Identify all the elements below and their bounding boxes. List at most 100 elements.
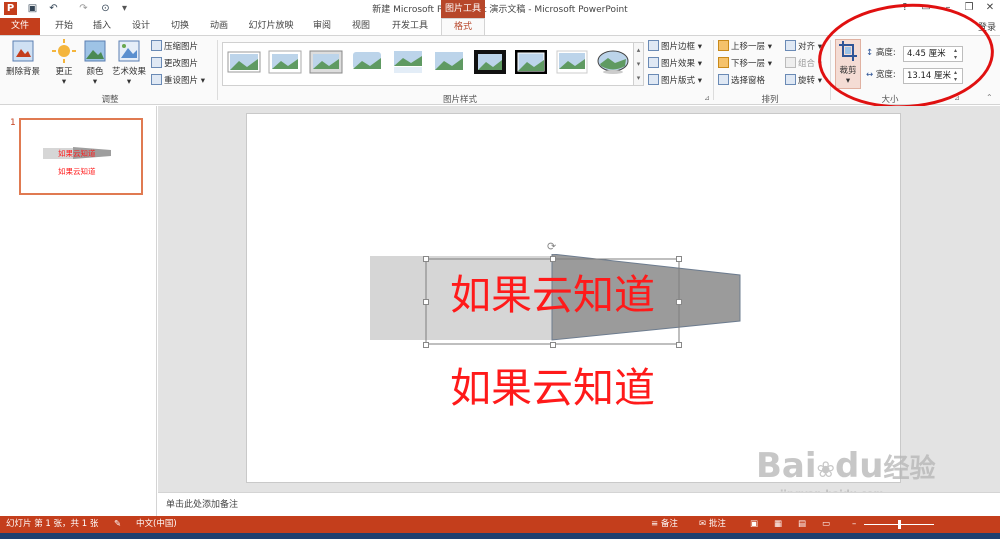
normal-view-icon[interactable]: ▣	[750, 516, 758, 533]
resize-handle[interactable]	[676, 256, 682, 262]
tab-review[interactable]: 审阅	[306, 18, 338, 35]
login-link[interactable]: 登录	[978, 20, 996, 33]
picture-layout-button[interactable]: 图片版式 ▾	[648, 73, 702, 89]
tab-transitions[interactable]: 切换	[164, 18, 196, 35]
picture-border-button[interactable]: 图片边框 ▾	[648, 39, 702, 55]
tab-developer[interactable]: 开发工具	[385, 18, 435, 35]
picture-style-thumbnail[interactable]	[596, 49, 630, 75]
tab-insert[interactable]: 插入	[86, 18, 118, 35]
resize-handle[interactable]	[423, 299, 429, 305]
crop-icon	[838, 40, 858, 62]
reset-picture-button[interactable]: 重设图片 ▾	[151, 73, 205, 89]
gallery-scroll[interactable]: ▴ ▾ ▾	[634, 42, 644, 86]
taskbar	[0, 533, 1000, 539]
height-icon: ↕	[866, 48, 874, 58]
language[interactable]: 中文(中国)	[136, 516, 177, 533]
title-bar: P ▣ ↶ ↷ ⊙ ▾ 新建 Microsoft PowerPoint 演示文稿…	[0, 0, 1000, 18]
selection-pane-button[interactable]: 选择窗格	[718, 73, 765, 89]
group-divider	[217, 40, 218, 100]
slide-sorter-icon[interactable]: ▦	[774, 516, 782, 533]
ribbon-display-icon[interactable]: ▭	[918, 1, 934, 15]
tab-home[interactable]: 开始	[48, 18, 80, 35]
adjust-group-label: 调整	[101, 95, 119, 105]
rotate-button[interactable]: 旋转 ▾	[785, 73, 822, 89]
tab-animations[interactable]: 动画	[203, 18, 235, 35]
group-button[interactable]: 组合 ▾	[785, 56, 822, 72]
selection-pane-icon	[718, 74, 729, 85]
tab-design[interactable]: 设计	[125, 18, 157, 35]
width-input[interactable]: 13.14 厘米 ▴ ▾	[903, 68, 963, 84]
picture-style-thumbnail[interactable]	[350, 49, 384, 75]
remove-background-button[interactable]: 删除背景	[3, 39, 43, 77]
size-dialog-launcher-icon[interactable]: ⊿	[954, 94, 960, 102]
picture-effects-button[interactable]: 图片效果 ▾	[648, 56, 702, 72]
tab-slideshow[interactable]: 幻灯片放映	[243, 18, 299, 35]
color-button[interactable]: 颜色 ▾	[82, 39, 108, 87]
height-spinner[interactable]: ▴ ▾	[954, 47, 961, 61]
width-icon: ↔	[866, 70, 874, 80]
spelling-icon[interactable]: ✎	[114, 516, 121, 533]
picture-styles-gallery	[222, 42, 634, 86]
resize-handle[interactable]	[550, 342, 556, 348]
zoom-out-icon[interactable]: –	[852, 516, 856, 533]
width-value: 13.14 厘米	[907, 71, 952, 81]
notes-toggle[interactable]: ≡ 备注	[651, 516, 678, 533]
resize-handle[interactable]	[423, 256, 429, 262]
dropdown-arrow-icon: ▾	[92, 77, 98, 87]
dialog-launcher-icon[interactable]: ⊿	[704, 94, 710, 102]
send-backward-button[interactable]: 下移一层 ▾	[718, 56, 772, 72]
width-row: ↔ 宽度:	[866, 66, 896, 84]
change-picture-button[interactable]: 更改图片	[151, 56, 198, 72]
picture-style-thumbnail[interactable]	[309, 49, 343, 75]
picture-effects-label: 图片效果	[661, 59, 696, 69]
picture-style-thumbnail[interactable]	[227, 49, 261, 75]
size-group-label: 大小	[881, 95, 899, 105]
compress-pictures-button[interactable]: 压缩图片	[151, 39, 198, 55]
tab-file[interactable]: 文件	[0, 18, 40, 35]
resize-handle[interactable]	[676, 299, 682, 305]
align-icon	[785, 40, 796, 51]
close-button[interactable]: ✕	[982, 1, 998, 15]
rotate-handle-icon[interactable]: ⟳	[547, 240, 556, 253]
slide-canvas[interactable]: 如果云知道 ⟳ 如果云知道	[246, 113, 901, 483]
picture-tools-context-label: 图片工具	[441, 0, 485, 18]
slide-text-in-shape[interactable]: 如果云知道	[450, 271, 655, 319]
picture-style-thumbnail[interactable]	[555, 49, 589, 75]
notes-pane[interactable]: 单击此处添加备注	[158, 492, 1000, 516]
minimize-button[interactable]: –	[940, 1, 956, 15]
tab-view[interactable]: 视图	[345, 18, 377, 35]
watermark-brand-text: Bai	[756, 446, 817, 486]
height-input[interactable]: 4.45 厘米 ▴ ▾	[903, 46, 963, 62]
picture-style-thumbnail[interactable]	[432, 49, 466, 75]
restore-button[interactable]: ❐	[961, 1, 977, 15]
help-button[interactable]: ?	[897, 1, 913, 15]
collapse-ribbon-icon[interactable]: ⌃	[986, 93, 993, 102]
width-spinner[interactable]: ▴ ▾	[954, 69, 961, 83]
tab-format[interactable]: 格式	[441, 18, 485, 35]
bring-forward-button[interactable]: 上移一层 ▾	[718, 39, 772, 55]
ribbon-tabs: 文件 开始 插入 设计 切换 动画 幻灯片放映 审阅 视图 开发工具 格式 登录	[0, 18, 1000, 35]
picture-style-thumbnail[interactable]	[391, 49, 425, 75]
slide-thumbnail[interactable]: 如果云知道 如果云知道	[19, 118, 143, 195]
comments-toggle[interactable]: ✉ 批注	[699, 516, 726, 533]
corrections-button[interactable]: 更正 ▾	[50, 39, 78, 87]
picture-style-thumbnail[interactable]	[268, 49, 302, 75]
zoom-slider-thumb[interactable]	[898, 520, 901, 529]
picture-styles-group-label: 图片样式	[442, 95, 477, 105]
dropdown-arrow-icon: ▾	[200, 76, 205, 86]
bring-forward-label: 上移一层	[731, 42, 766, 52]
resize-handle[interactable]	[676, 342, 682, 348]
slide-number: 1	[10, 118, 16, 128]
group-label: 组合	[798, 59, 816, 69]
reading-view-icon[interactable]: ▤	[798, 516, 806, 533]
picture-style-thumbnail[interactable]	[514, 49, 548, 75]
resize-handle[interactable]	[550, 256, 556, 262]
artistic-effects-button[interactable]: 艺术效果 ▾	[111, 39, 147, 87]
picture-style-thumbnail[interactable]	[473, 49, 507, 75]
selection-pane-label: 选择窗格	[731, 76, 766, 86]
crop-button[interactable]: 裁剪 ▾	[835, 39, 861, 89]
resize-handle[interactable]	[423, 342, 429, 348]
slideshow-view-icon[interactable]: ▭	[822, 516, 830, 533]
slide-text-below[interactable]: 如果云知道	[450, 364, 655, 412]
align-button[interactable]: 对齐 ▾	[785, 39, 822, 55]
